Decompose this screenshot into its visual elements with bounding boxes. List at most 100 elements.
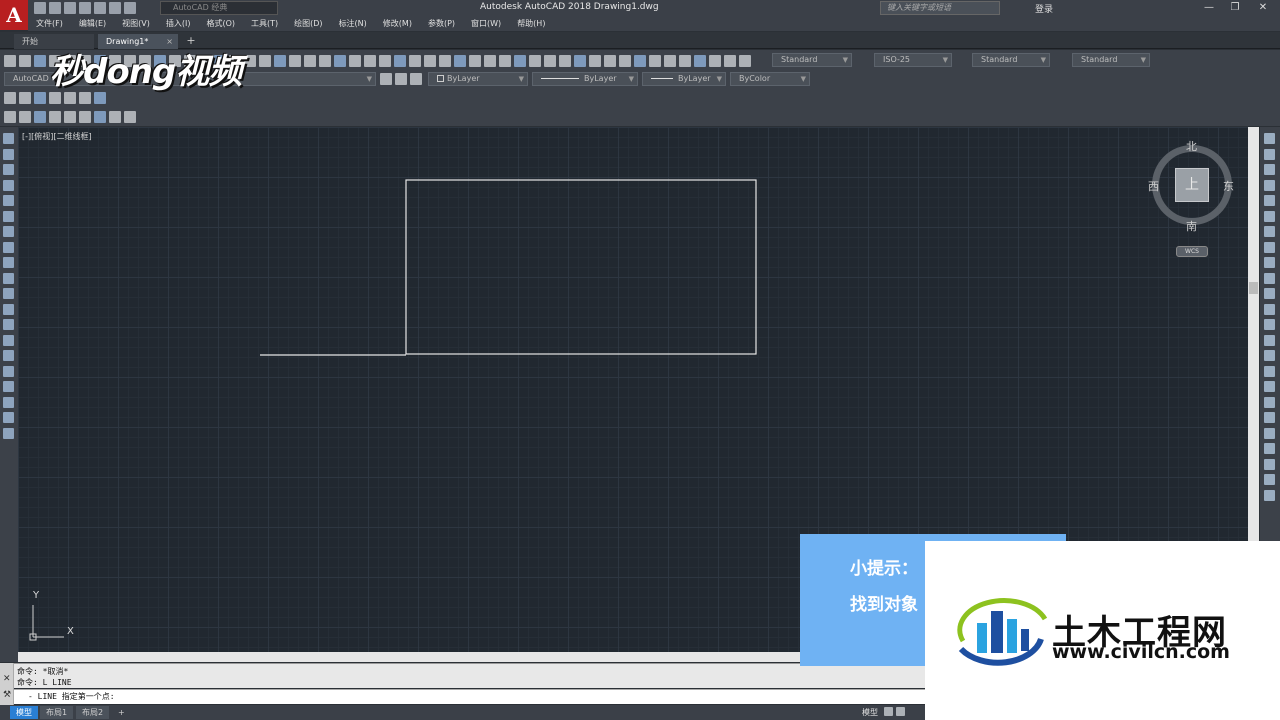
standard-tool-icon[interactable] xyxy=(454,55,466,67)
standard-tool-icon[interactable] xyxy=(499,55,511,67)
layer-properties-icon[interactable] xyxy=(380,73,392,85)
text-style-select[interactable]: Standard ▼ xyxy=(772,53,852,67)
open-file-icon[interactable] xyxy=(49,2,61,14)
print-icon[interactable] xyxy=(94,2,106,14)
menu-item[interactable]: 绘图(D) xyxy=(286,17,330,31)
modify-tool-icon[interactable] xyxy=(1264,412,1275,423)
workspace-tool-icon[interactable] xyxy=(4,92,16,104)
standard-tool-icon[interactable] xyxy=(394,55,406,67)
standard-tool-icon[interactable] xyxy=(244,55,256,67)
menu-item[interactable]: 插入(I) xyxy=(158,17,199,31)
draw-tool-icon[interactable] xyxy=(3,148,14,160)
menu-item[interactable]: 修改(M) xyxy=(375,17,420,31)
menu-item[interactable]: 文件(F) xyxy=(28,17,71,31)
workspace-tool-icon[interactable] xyxy=(49,92,61,104)
grid-icon[interactable] xyxy=(884,707,893,716)
draw-tool-icon[interactable] xyxy=(3,241,14,253)
menu-item[interactable]: 窗口(W) xyxy=(463,17,509,31)
command-window-handle[interactable]: ✕ ⚒ xyxy=(0,663,14,705)
draw-tool-icon[interactable] xyxy=(3,350,14,361)
standard-tool-icon[interactable] xyxy=(19,55,31,67)
new-file-icon[interactable] xyxy=(34,2,46,14)
modify-tool-icon[interactable] xyxy=(1264,458,1275,470)
modify-tool-icon[interactable] xyxy=(1264,133,1275,144)
modify-tool-icon[interactable] xyxy=(1264,164,1275,175)
linetype-select[interactable]: ByLayer ▼ xyxy=(532,72,638,86)
draw-tool-icon[interactable] xyxy=(3,396,14,408)
compass-south[interactable]: 南 xyxy=(1186,218,1197,234)
standard-tool-icon[interactable] xyxy=(424,55,436,67)
application-menu-button[interactable]: A xyxy=(0,0,28,30)
viewcube-top-face[interactable]: 上 xyxy=(1175,168,1209,202)
workspace-tool-icon[interactable] xyxy=(34,92,46,104)
table-style-select[interactable]: Standard ▼ xyxy=(972,53,1050,67)
save-as-icon[interactable] xyxy=(79,2,91,14)
standard-tool-icon[interactable] xyxy=(469,55,481,67)
standard-tool-icon[interactable] xyxy=(334,55,346,67)
modify-tool-icon[interactable] xyxy=(1264,319,1275,330)
menu-item[interactable]: 视图(V) xyxy=(114,17,158,31)
standard-tool-icon[interactable] xyxy=(409,55,421,67)
standard-tool-icon[interactable] xyxy=(664,55,676,67)
minimize-button[interactable]: — xyxy=(1196,0,1222,16)
text-tool-icon[interactable] xyxy=(124,111,136,123)
modify-tool-icon[interactable] xyxy=(1264,489,1275,501)
modify-tool-icon[interactable] xyxy=(1264,288,1275,299)
modify-tool-icon[interactable] xyxy=(1264,381,1275,392)
standard-tool-icon[interactable] xyxy=(724,55,736,67)
standard-tool-icon[interactable] xyxy=(544,55,556,67)
standard-tool-icon[interactable] xyxy=(379,55,391,67)
modify-tool-icon[interactable] xyxy=(1264,179,1275,191)
workspace-tool-icon[interactable] xyxy=(64,92,76,104)
draw-tool-icon[interactable] xyxy=(3,427,14,439)
scroll-thumb[interactable] xyxy=(1249,282,1258,294)
modify-tool-icon[interactable] xyxy=(1264,474,1275,485)
compass-west[interactable]: 西 xyxy=(1148,178,1159,194)
wrench-icon[interactable]: ⚒ xyxy=(3,690,11,700)
workspace-tool-icon[interactable] xyxy=(94,92,106,104)
login-button[interactable]: 登录 xyxy=(1035,2,1053,15)
lineweight-select[interactable]: ByLayer ▼ xyxy=(642,72,726,86)
draw-tool-icon[interactable] xyxy=(3,226,14,237)
standard-tool-icon[interactable] xyxy=(259,55,271,67)
draw-tool-icon[interactable] xyxy=(3,412,14,423)
modify-tool-icon[interactable] xyxy=(1264,365,1275,377)
modify-tool-icon[interactable] xyxy=(1264,443,1275,454)
standard-tool-icon[interactable] xyxy=(589,55,601,67)
text-tool-icon[interactable] xyxy=(109,111,121,123)
standard-tool-icon[interactable] xyxy=(289,55,301,67)
standard-tool-icon[interactable] xyxy=(619,55,631,67)
standard-tool-icon[interactable] xyxy=(604,55,616,67)
draw-tool-icon[interactable] xyxy=(3,288,14,299)
text-tool-icon[interactable] xyxy=(19,111,31,123)
standard-tool-icon[interactable] xyxy=(319,55,331,67)
menu-item[interactable]: 参数(P) xyxy=(420,17,463,31)
draw-tool-icon[interactable] xyxy=(3,179,14,191)
modify-tool-icon[interactable] xyxy=(1264,195,1275,206)
tab-model[interactable]: 模型 xyxy=(10,706,38,719)
plot-style-select[interactable]: ByColor ▼ xyxy=(730,72,810,86)
modify-tool-icon[interactable] xyxy=(1264,334,1275,346)
modify-tool-icon[interactable] xyxy=(1264,272,1275,284)
modify-tool-icon[interactable] xyxy=(1264,257,1275,268)
draw-tool-icon[interactable] xyxy=(3,257,14,268)
standard-tool-icon[interactable] xyxy=(634,55,646,67)
modify-tool-icon[interactable] xyxy=(1264,241,1275,253)
text-tool-icon[interactable] xyxy=(64,111,76,123)
standard-tool-icon[interactable] xyxy=(4,55,16,67)
menu-item[interactable]: 编辑(E) xyxy=(71,17,114,31)
text-tool-icon[interactable] xyxy=(94,111,106,123)
layer-previous-icon[interactable] xyxy=(410,73,422,85)
standard-tool-icon[interactable] xyxy=(34,55,46,67)
menu-item[interactable]: 帮助(H) xyxy=(509,17,553,31)
standard-tool-icon[interactable] xyxy=(364,55,376,67)
multileader-style-select[interactable]: Standard ▼ xyxy=(1072,53,1150,67)
modify-tool-icon[interactable] xyxy=(1264,210,1275,222)
standard-tool-icon[interactable] xyxy=(439,55,451,67)
standard-tool-icon[interactable] xyxy=(514,55,526,67)
draw-tool-icon[interactable] xyxy=(3,365,14,377)
draw-tool-icon[interactable] xyxy=(3,381,14,392)
command-input[interactable]: - LINE 指定第一个点: xyxy=(14,689,925,704)
modify-tool-icon[interactable] xyxy=(1264,303,1275,315)
modify-tool-icon[interactable] xyxy=(1264,427,1275,439)
